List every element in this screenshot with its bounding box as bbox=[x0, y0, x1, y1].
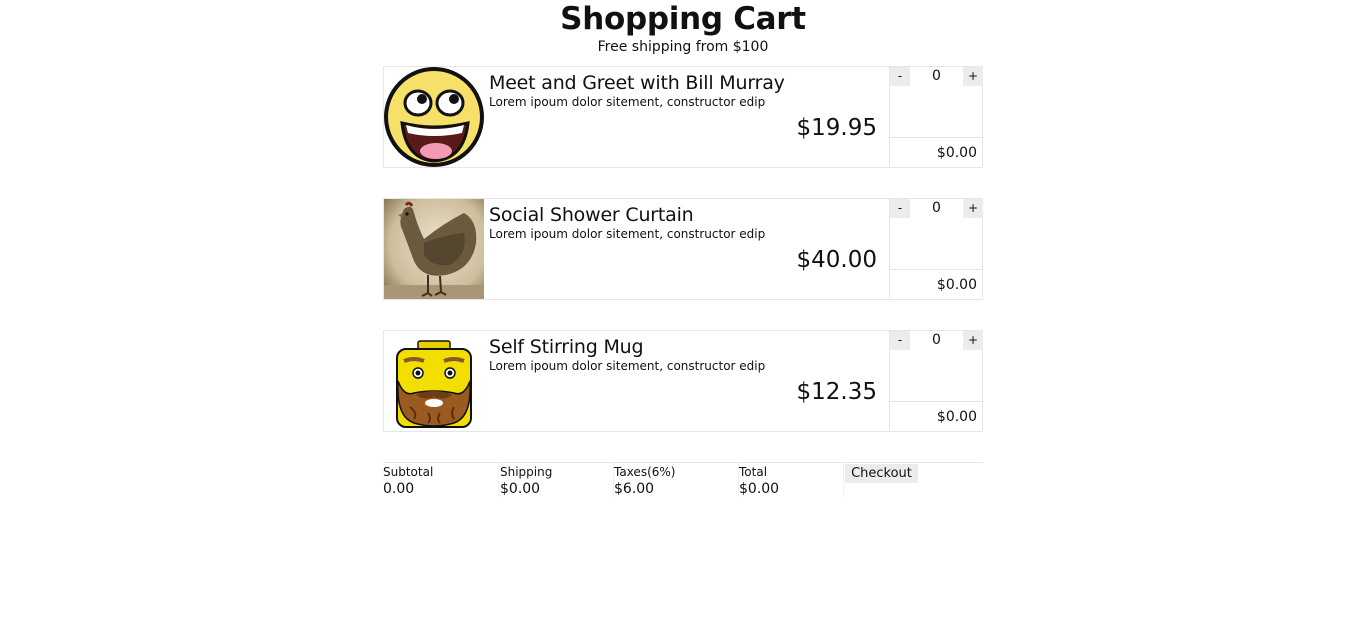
lego-head-icon bbox=[384, 331, 484, 431]
taxes-section: Taxes(6%) $6.00 bbox=[614, 463, 675, 497]
item-name: Social Shower Curtain bbox=[489, 204, 694, 226]
line-total: $0.00 bbox=[890, 137, 983, 167]
decrement-button[interactable]: - bbox=[890, 199, 910, 218]
cart-list: Meet and Greet with Bill Murray Lorem ip… bbox=[383, 66, 983, 462]
quantity-stepper: - 0 + $0.00 bbox=[889, 67, 983, 167]
smiley-face-icon bbox=[384, 67, 484, 167]
decrement-button[interactable]: - bbox=[890, 67, 910, 86]
shipping-note: Free shipping from $100 bbox=[597, 39, 769, 55]
item-description: Lorem ipoum dolor sitement, constructor … bbox=[489, 359, 766, 373]
item-info: Meet and Greet with Bill Murray Lorem ip… bbox=[489, 71, 884, 109]
cart-item: Self Stirring Mug Lorem ipoum dolor site… bbox=[383, 330, 983, 432]
quantity-value: 0 bbox=[932, 332, 941, 348]
total-section: Total $0.00 bbox=[739, 463, 779, 497]
item-info: Social Shower Curtain Lorem ipoum dolor … bbox=[489, 203, 884, 241]
subtotal-section: Subtotal 0.00 bbox=[383, 463, 433, 497]
cart-header: Shopping Cart Free shipping from $100 bbox=[0, 0, 1366, 56]
quantity-stepper: - 0 + $0.00 bbox=[889, 199, 983, 299]
item-name: Meet and Greet with Bill Murray bbox=[489, 72, 785, 94]
quantity-value: 0 bbox=[932, 200, 941, 216]
subtotal-value: 0.00 bbox=[383, 481, 415, 497]
decrement-button[interactable]: - bbox=[890, 331, 910, 350]
page-title: Shopping Cart bbox=[560, 1, 806, 37]
item-price: $12.35 bbox=[796, 379, 877, 405]
increment-button[interactable]: + bbox=[963, 199, 983, 218]
quantity-stepper: - 0 + $0.00 bbox=[889, 331, 983, 431]
total-value: $0.00 bbox=[739, 481, 780, 497]
cart-item: Social Shower Curtain Lorem ipoum dolor … bbox=[383, 198, 983, 300]
taxes-value: $6.00 bbox=[614, 481, 655, 497]
increment-button[interactable]: + bbox=[963, 67, 983, 86]
total-label: Total bbox=[739, 465, 768, 479]
line-total: $0.00 bbox=[890, 269, 983, 299]
shipping-value: $0.00 bbox=[500, 481, 541, 497]
divider bbox=[843, 463, 844, 497]
chicken-photo bbox=[384, 199, 484, 299]
cart-summary: Subtotal 0.00 Shipping $0.00 Taxes(6%) $… bbox=[383, 462, 983, 497]
item-info: Self Stirring Mug Lorem ipoum dolor site… bbox=[489, 335, 884, 373]
increment-button[interactable]: + bbox=[963, 331, 983, 350]
line-total: $0.00 bbox=[890, 401, 983, 431]
item-name: Self Stirring Mug bbox=[489, 336, 644, 358]
shipping-section: Shipping $0.00 bbox=[500, 463, 552, 497]
shipping-label: Shipping bbox=[500, 465, 553, 479]
item-price: $19.95 bbox=[796, 115, 877, 141]
quantity-value: 0 bbox=[932, 68, 941, 84]
item-description: Lorem ipoum dolor sitement, constructor … bbox=[489, 227, 766, 241]
cart-item: Meet and Greet with Bill Murray Lorem ip… bbox=[383, 66, 983, 168]
divider bbox=[498, 463, 499, 497]
item-description: Lorem ipoum dolor sitement, constructor … bbox=[489, 95, 766, 109]
taxes-label: Taxes(6%) bbox=[614, 465, 676, 479]
checkout-button[interactable]: Checkout bbox=[845, 464, 918, 483]
subtotal-label: Subtotal bbox=[383, 465, 434, 479]
item-price: $40.00 bbox=[796, 247, 877, 273]
